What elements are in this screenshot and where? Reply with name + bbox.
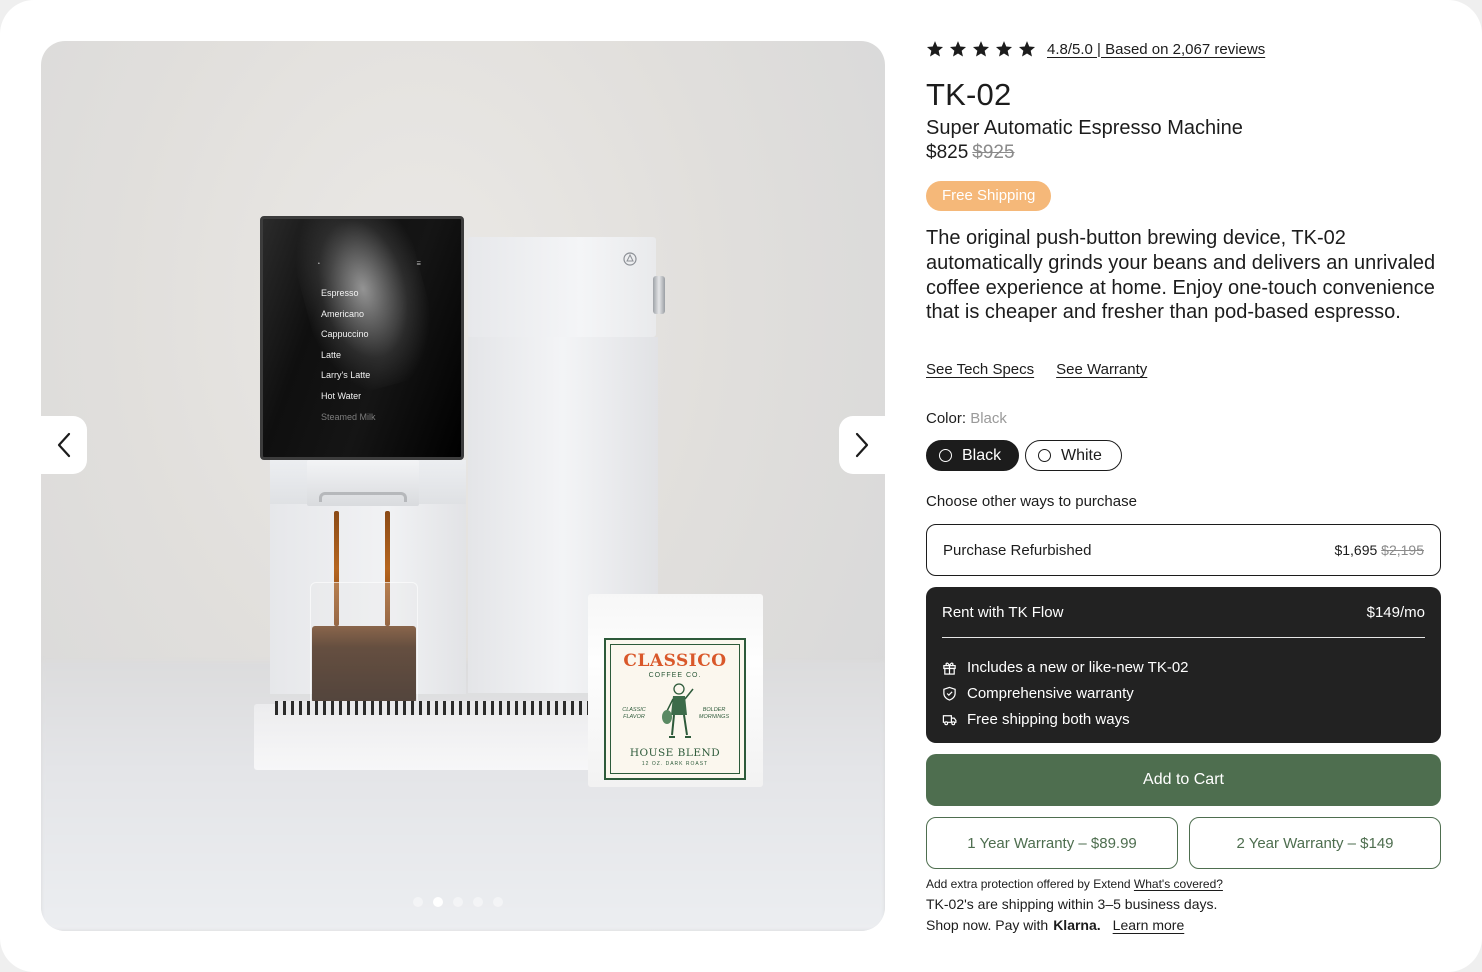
espresso-machine-image: • ☰ Espresso Americano Cappuccino Latte Larry… [41, 41, 885, 931]
reviews-link[interactable]: 4.8/5.0 | Based on 2,067 reviews [1047, 41, 1265, 58]
gift-icon [943, 662, 956, 675]
star-icon [972, 41, 990, 57]
rent-price: $149/mo [1366, 603, 1425, 621]
color-label-text: Color: [926, 410, 967, 427]
dial-knob [653, 276, 665, 314]
product-card: • ☰ Espresso Americano Cappuccino Latte Larry… [0, 0, 1482, 972]
product-title: TK-02 [926, 77, 1012, 112]
espresso-glass [310, 582, 418, 714]
rating-stars [926, 40, 1036, 58]
rent-feature: Free shipping both ways [942, 706, 1425, 732]
klarna-logo: Klarna. [1053, 917, 1101, 933]
product-subtitle: Super Automatic Espresso Machine [926, 117, 1243, 139]
warranty-link[interactable]: See Warranty [1056, 361, 1147, 378]
klarna-learn-more-link[interactable]: Learn more [1113, 917, 1185, 933]
bag-blend-sub: 12 OZ. DARK ROAST [641, 761, 709, 767]
label-frame: CLASSICO COFFEE CO. CLASSIC FLAVOR BOLDE… [610, 644, 740, 774]
bag-brand: CLASSICO [623, 651, 727, 671]
carousel-dots [413, 897, 503, 907]
screen-menu-item: Steamed Milk [321, 411, 376, 422]
bag-illustration-icon [662, 683, 694, 738]
bag-brand-sub: COFFEE CO. [648, 672, 702, 679]
spout-handle [319, 492, 407, 502]
warranty-options: 1 Year Warranty – $89.99 2 Year Warranty… [926, 817, 1441, 869]
bag-left-tag: CLASSIC FLAVOR [622, 707, 646, 720]
screen-menu-item: Americano [321, 308, 365, 319]
screen-menu-item: Latte [321, 349, 342, 360]
color-options: Black White [926, 440, 1122, 471]
star-icon [1018, 41, 1036, 57]
two-year-warranty-button[interactable]: 2 Year Warranty – $149 [1189, 817, 1441, 869]
carousel-dot[interactable] [453, 897, 463, 907]
rent-label: Rent with TK Flow [942, 603, 1064, 621]
refurbished-original-price: $2,195 [1381, 542, 1424, 558]
shield-check-icon [943, 686, 956, 701]
screen-menu-item: Hot Water [321, 390, 362, 401]
screen-status-bar: • ☰ [318, 261, 421, 267]
original-price: $925 [972, 142, 1015, 163]
radio-icon [1038, 449, 1051, 462]
carousel-dot[interactable] [413, 897, 423, 907]
extend-text: Add extra protection offered by Extend [926, 877, 1131, 891]
rent-feature-text: Comprehensive warranty [967, 684, 1134, 702]
product-description: The original push-button brewing device,… [926, 227, 1436, 324]
shipping-note: TK-02's are shipping within 3–5 business… [926, 896, 1218, 912]
chevron-left-icon [57, 432, 71, 458]
selected-color: Black [970, 410, 1007, 427]
carousel-dot[interactable] [493, 897, 503, 907]
star-icon [995, 41, 1013, 57]
color-option-white[interactable]: White [1025, 440, 1122, 471]
rating-summary: 4.8/5.0 | Based on 2,067 reviews [926, 40, 1265, 58]
rent-feature-text: Free shipping both ways [967, 710, 1130, 728]
drip-grate [275, 701, 627, 715]
product-image-gallery[interactable]: • ☰ Espresso Americano Cappuccino Latte Larry… [41, 41, 885, 931]
tech-specs-link[interactable]: See Tech Specs [926, 361, 1034, 378]
carousel-dot[interactable] [433, 897, 443, 907]
rent-feature: Includes a new or like-new TK-02 [942, 654, 1425, 680]
color-option-black[interactable]: Black [926, 440, 1019, 471]
screen-menu: Espresso Americano Cappuccino Latte Larry's … [321, 283, 376, 427]
color-option-label: White [1061, 446, 1102, 464]
refurbished-price: $1,695 $2,195 [1334, 542, 1424, 558]
star-icon [926, 41, 944, 57]
star-icon [949, 41, 967, 57]
one-year-warranty-button[interactable]: 1 Year Warranty – $89.99 [926, 817, 1178, 869]
refurbished-current-price: $1,695 [1334, 542, 1378, 558]
purchase-refurbished-option[interactable]: Purchase Refurbished $1,695 $2,195 [926, 524, 1441, 576]
rent-feature: Comprehensive warranty [942, 680, 1425, 706]
extend-note: Add extra protection offered by Extend W… [926, 877, 1223, 891]
coffee-bag-label: CLASSICO COFFEE CO. CLASSIC FLAVOR BOLDE… [604, 638, 746, 780]
rent-header: Rent with TK Flow $149/mo [942, 587, 1425, 638]
refurbished-label: Purchase Refurbished [943, 541, 1092, 559]
whats-covered-link[interactable]: What's covered? [1134, 877, 1223, 891]
purchase-options-label: Choose other ways to purchase [926, 493, 1137, 510]
chevron-right-icon [855, 432, 869, 458]
machine-touchscreen: • ☰ Espresso Americano Cappuccino Latte Larry… [260, 216, 464, 460]
add-to-cart-button[interactable]: Add to Cart [926, 754, 1441, 806]
klarna-note: Shop now. Pay with Klarna. Learn more [926, 917, 1184, 933]
current-price: $825 [926, 142, 969, 163]
color-option-label: Black [962, 446, 1002, 464]
free-shipping-badge: Free Shipping [926, 181, 1052, 211]
screen-menu-item: Espresso [321, 288, 359, 298]
rent-feature-text: Includes a new or like-new TK-02 [967, 658, 1189, 676]
product-price: $825 $925 [926, 142, 1015, 164]
screen-menu-item: Larry's Latte [321, 370, 371, 381]
logo-icon [623, 252, 637, 266]
bag-blend: HOUSE BLEND [629, 747, 721, 759]
rent-option[interactable]: Rent with TK Flow $149/mo Includes a new… [926, 587, 1441, 743]
info-links: See Tech Specs See Warranty [926, 361, 1147, 378]
klarna-prefix: Shop now. Pay with [926, 917, 1049, 933]
color-label: Color: Black [926, 410, 1007, 427]
rent-features: Includes a new or like-new TK-02 Compreh… [942, 654, 1425, 732]
bag-right-tag: BOLDER MORNINGS [698, 707, 730, 720]
truck-icon [942, 714, 957, 725]
gallery-prev-button[interactable] [41, 416, 87, 474]
radio-icon [939, 449, 952, 462]
carousel-dot[interactable] [473, 897, 483, 907]
screen-menu-item: Cappuccino [321, 329, 369, 340]
gallery-next-button[interactable] [839, 416, 885, 474]
